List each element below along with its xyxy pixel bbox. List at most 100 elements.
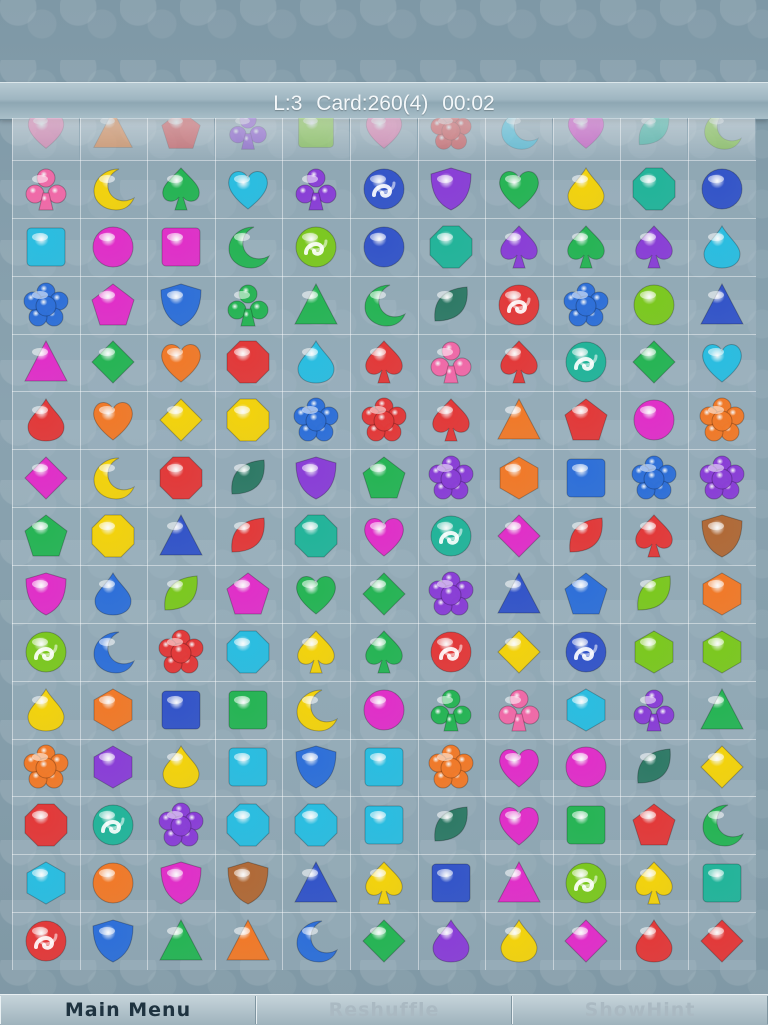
magenta-triangle-tile[interactable] [12,334,79,392]
cyan-drop-tile[interactable] [282,334,349,392]
blue-moon-tile[interactable] [80,623,147,681]
orange-flower-tile[interactable] [12,739,79,797]
cyan-octagon-tile[interactable] [215,623,282,681]
yellow-diamond-tile[interactable] [147,391,214,449]
brown-shield-tile[interactable] [215,854,282,912]
yellow-drop-tile[interactable] [485,912,552,970]
yellow-spade-tile[interactable] [620,854,687,912]
purple-club-tile[interactable] [620,681,687,739]
blue-square-tile[interactable] [553,449,620,507]
blue-shield-tile[interactable] [147,276,214,334]
blue-flower-tile[interactable] [282,391,349,449]
lime-swirl-tile[interactable] [553,854,620,912]
brown-shield-tile[interactable] [688,507,755,565]
darkteal-leaf-tile[interactable] [620,739,687,797]
orange-triangle-tile[interactable] [485,391,552,449]
green-diamond-tile[interactable] [350,912,417,970]
red-swirl-tile[interactable] [12,912,79,970]
red-leaf-tile[interactable] [215,507,282,565]
red-drop-tile[interactable] [12,391,79,449]
green-spade-tile[interactable] [350,623,417,681]
green-pentagon-tile[interactable] [350,449,417,507]
purple-flower-tile[interactable] [418,565,485,623]
pink-club-tile[interactable] [485,681,552,739]
cyan-heart-tile[interactable] [215,160,282,218]
yellow-octagon-tile[interactable] [80,507,147,565]
teal-swirl-tile[interactable] [80,796,147,854]
red-octagon-tile[interactable] [12,796,79,854]
red-spade-tile[interactable] [620,507,687,565]
blue-shield-tile[interactable] [80,912,147,970]
yellow-moon-tile[interactable] [80,160,147,218]
navy-square-tile[interactable] [418,854,485,912]
cyan-heart-tile[interactable] [688,334,755,392]
yellow-diamond-tile[interactable] [688,739,755,797]
cyan-square-tile[interactable] [350,796,417,854]
teal-swirl-tile[interactable] [418,507,485,565]
yellow-spade-tile[interactable] [282,623,349,681]
cyan-octagon-tile[interactable] [282,796,349,854]
red-pentagon-tile[interactable] [620,796,687,854]
navy-triangle-tile[interactable] [485,565,552,623]
purple-flower-tile[interactable] [147,796,214,854]
purple-shield-tile[interactable] [418,160,485,218]
reshuffle-button[interactable]: Reshuffle [256,996,512,1024]
purple-club-tile[interactable] [282,160,349,218]
green-spade-tile[interactable] [147,160,214,218]
lime-leaf-tile[interactable] [147,565,214,623]
blue-flower-tile[interactable] [553,276,620,334]
magenta-diamond-tile[interactable] [485,507,552,565]
magenta-shield-tile[interactable] [147,854,214,912]
orange-circle-tile[interactable] [80,854,147,912]
orange-flower-tile[interactable] [418,739,485,797]
navy-swirl-tile[interactable] [553,623,620,681]
red-spade-tile[interactable] [350,334,417,392]
yellow-moon-tile[interactable] [282,681,349,739]
green-heart-tile[interactable] [282,565,349,623]
cyan-hexagon-tile[interactable] [553,681,620,739]
blue-flower-tile[interactable] [620,449,687,507]
yellow-octagon-tile[interactable] [215,391,282,449]
green-moon-tile[interactable] [350,276,417,334]
purple-spade-tile[interactable] [485,218,552,276]
purple-spade-tile[interactable] [620,218,687,276]
blue-drop-tile[interactable] [80,565,147,623]
lime-swirl-tile[interactable] [12,623,79,681]
orange-hexagon-tile[interactable] [80,681,147,739]
purple-drop-tile[interactable] [418,912,485,970]
magenta-pentagon-tile[interactable] [80,276,147,334]
magenta-diamond-tile[interactable] [553,912,620,970]
red-pentagon-tile[interactable] [553,391,620,449]
yellow-moon-tile[interactable] [80,449,147,507]
green-pentagon-tile[interactable] [12,507,79,565]
cyan-square-tile[interactable] [350,739,417,797]
cyan-octagon-tile[interactable] [215,796,282,854]
teal-octagon-tile[interactable] [620,160,687,218]
magenta-pentagon-tile[interactable] [215,565,282,623]
lime-circle-tile[interactable] [620,276,687,334]
magenta-heart-tile[interactable] [485,796,552,854]
green-spade-tile[interactable] [553,218,620,276]
orange-flower-tile[interactable] [688,391,755,449]
magenta-heart-tile[interactable] [350,507,417,565]
teal-square-tile[interactable] [688,854,755,912]
show-hint-button[interactable]: ShowHint [512,996,768,1024]
teal-octagon-tile[interactable] [282,507,349,565]
magenta-triangle-tile[interactable] [485,854,552,912]
lime-leaf-tile[interactable] [620,565,687,623]
purple-flower-tile[interactable] [688,449,755,507]
green-diamond-tile[interactable] [620,334,687,392]
red-flower-tile[interactable] [350,391,417,449]
red-flower-tile[interactable] [147,623,214,681]
magenta-circle-tile[interactable] [80,218,147,276]
magenta-circle-tile[interactable] [553,739,620,797]
red-leaf-tile[interactable] [553,507,620,565]
yellow-diamond-tile[interactable] [485,623,552,681]
pink-club-tile[interactable] [12,160,79,218]
magenta-circle-tile[interactable] [620,391,687,449]
green-triangle-tile[interactable] [282,276,349,334]
red-spade-tile[interactable] [418,391,485,449]
red-swirl-tile[interactable] [485,276,552,334]
magenta-square-tile[interactable] [147,218,214,276]
green-club-tile[interactable] [215,276,282,334]
